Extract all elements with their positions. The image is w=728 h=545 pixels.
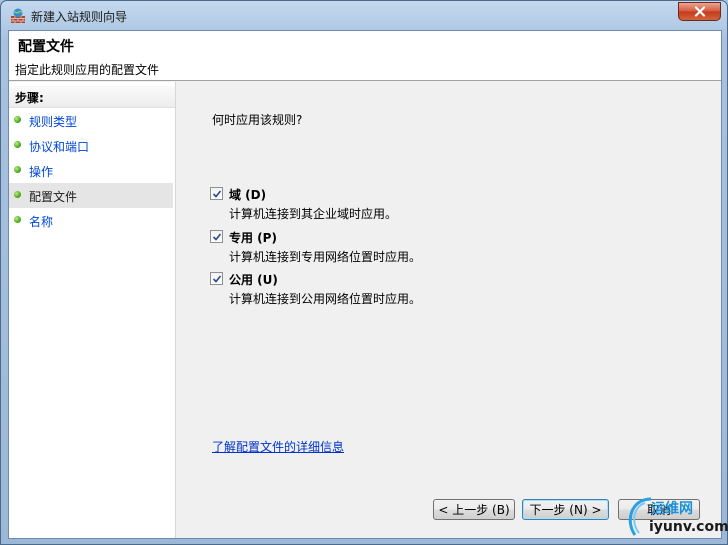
step-label: 配置文件 (29, 190, 78, 204)
domain-checkbox[interactable] (210, 187, 223, 200)
step-action[interactable]: 操作 (9, 158, 173, 183)
wizard-window: 新建入站规则向导 配置文件 指定此规则应用的配置文件 步骤: 规则类型 协议和端… (0, 0, 728, 545)
domain-description: 计算机连接到其企业域时应用。 (229, 207, 398, 221)
step-name[interactable]: 名称 (9, 208, 173, 233)
step-label: 规则类型 (29, 115, 78, 129)
question-text: 何时应用该规则? (212, 113, 303, 127)
step-label: 名称 (29, 215, 54, 229)
step-label: 协议和端口 (29, 140, 90, 154)
checkmark-icon (212, 190, 222, 198)
step-dot-icon (14, 166, 21, 173)
steps-heading: 步骤: (9, 86, 175, 108)
step-dot-icon (14, 116, 21, 123)
page-subtitle: 指定此规则应用的配置文件 (15, 63, 160, 77)
step-dot-icon (14, 216, 21, 223)
close-button[interactable] (678, 2, 721, 21)
private-checkbox[interactable] (210, 230, 223, 243)
client-area: 配置文件 指定此规则应用的配置文件 步骤: 规则类型 协议和端口 操作 配置文件 (8, 30, 722, 539)
page-header: 配置文件 指定此规则应用的配置文件 (9, 31, 721, 81)
step-label: 操作 (29, 165, 54, 179)
private-description: 计算机连接到专用网络位置时应用。 (229, 250, 422, 264)
public-checkbox[interactable] (210, 272, 223, 285)
window-title: 新建入站规则向导 (31, 10, 128, 24)
public-label[interactable]: 公用 (U) (229, 271, 278, 288)
step-profile[interactable]: 配置文件 (9, 183, 173, 208)
step-protocol-ports[interactable]: 协议和端口 (9, 133, 173, 158)
firewall-icon (11, 8, 25, 23)
page-title: 配置文件 (18, 39, 74, 55)
cancel-button[interactable]: 取消 (618, 499, 700, 520)
domain-label[interactable]: 域 (D) (229, 186, 266, 203)
close-icon (694, 6, 705, 17)
checkmark-icon (212, 233, 222, 241)
private-label[interactable]: 专用 (P) (229, 229, 277, 246)
title-bar[interactable]: 新建入站规则向导 (1, 1, 727, 31)
next-button[interactable]: 下一步 (N) > (522, 499, 609, 520)
steps-sidebar: 步骤: 规则类型 协议和端口 操作 配置文件 名称 (9, 82, 176, 538)
public-description: 计算机连接到公用网络位置时应用。 (229, 292, 422, 306)
step-dot-icon (14, 191, 21, 198)
step-rule-type[interactable]: 规则类型 (9, 108, 173, 133)
step-dot-icon (14, 141, 21, 148)
main-content: 何时应用该规则? 域 (D) 计算机连接到其企业域时应用。 专用 (P) 计算机… (177, 82, 723, 538)
learn-more-link[interactable]: 了解配置文件的详细信息 (212, 438, 344, 455)
back-button[interactable]: < 上一步 (B) (433, 499, 515, 520)
checkmark-icon (212, 275, 222, 283)
